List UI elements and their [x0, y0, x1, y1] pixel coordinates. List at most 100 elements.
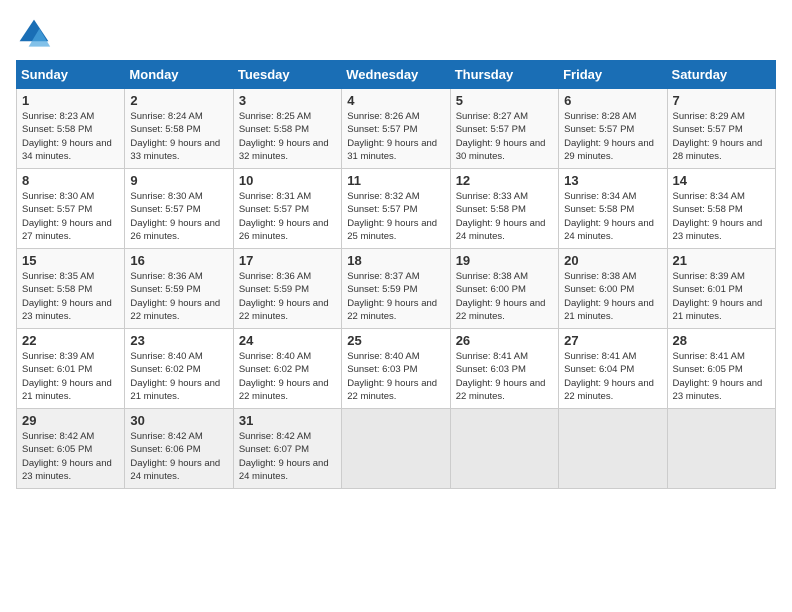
day-number: 1 [22, 93, 119, 108]
calendar-cell: 11 Sunrise: 8:32 AMSunset: 5:57 PMDaylig… [342, 169, 450, 249]
calendar-cell: 31 Sunrise: 8:42 AMSunset: 6:07 PMDaylig… [233, 409, 341, 489]
day-number: 23 [130, 333, 227, 348]
calendar-table: SundayMondayTuesdayWednesdayThursdayFrid… [16, 60, 776, 489]
day-info: Sunrise: 8:38 AMSunset: 6:00 PMDaylight:… [564, 270, 661, 323]
day-info: Sunrise: 8:40 AMSunset: 6:02 PMDaylight:… [130, 350, 227, 403]
calendar-cell: 13 Sunrise: 8:34 AMSunset: 5:58 PMDaylig… [559, 169, 667, 249]
day-info: Sunrise: 8:40 AMSunset: 6:03 PMDaylight:… [347, 350, 444, 403]
day-info: Sunrise: 8:29 AMSunset: 5:57 PMDaylight:… [673, 110, 770, 163]
day-info: Sunrise: 8:42 AMSunset: 6:06 PMDaylight:… [130, 430, 227, 483]
day-number: 25 [347, 333, 444, 348]
day-info: Sunrise: 8:30 AMSunset: 5:57 PMDaylight:… [22, 190, 119, 243]
day-info: Sunrise: 8:28 AMSunset: 5:57 PMDaylight:… [564, 110, 661, 163]
day-info: Sunrise: 8:41 AMSunset: 6:04 PMDaylight:… [564, 350, 661, 403]
weekday-header-monday: Monday [125, 61, 233, 89]
calendar-cell: 16 Sunrise: 8:36 AMSunset: 5:59 PMDaylig… [125, 249, 233, 329]
day-info: Sunrise: 8:34 AMSunset: 5:58 PMDaylight:… [673, 190, 770, 243]
calendar-cell: 26 Sunrise: 8:41 AMSunset: 6:03 PMDaylig… [450, 329, 558, 409]
day-info: Sunrise: 8:41 AMSunset: 6:05 PMDaylight:… [673, 350, 770, 403]
calendar-body: 1 Sunrise: 8:23 AMSunset: 5:58 PMDayligh… [17, 89, 776, 489]
calendar-cell: 29 Sunrise: 8:42 AMSunset: 6:05 PMDaylig… [17, 409, 125, 489]
calendar-cell [559, 409, 667, 489]
weekday-header-sunday: Sunday [17, 61, 125, 89]
day-number: 24 [239, 333, 336, 348]
day-info: Sunrise: 8:23 AMSunset: 5:58 PMDaylight:… [22, 110, 119, 163]
day-number: 21 [673, 253, 770, 268]
day-info: Sunrise: 8:25 AMSunset: 5:58 PMDaylight:… [239, 110, 336, 163]
day-info: Sunrise: 8:37 AMSunset: 5:59 PMDaylight:… [347, 270, 444, 323]
calendar-cell: 27 Sunrise: 8:41 AMSunset: 6:04 PMDaylig… [559, 329, 667, 409]
calendar-cell: 30 Sunrise: 8:42 AMSunset: 6:06 PMDaylig… [125, 409, 233, 489]
calendar-cell: 4 Sunrise: 8:26 AMSunset: 5:57 PMDayligh… [342, 89, 450, 169]
day-number: 31 [239, 413, 336, 428]
day-info: Sunrise: 8:27 AMSunset: 5:57 PMDaylight:… [456, 110, 553, 163]
calendar-header: SundayMondayTuesdayWednesdayThursdayFrid… [17, 61, 776, 89]
weekday-header-wednesday: Wednesday [342, 61, 450, 89]
header [16, 16, 776, 52]
day-number: 26 [456, 333, 553, 348]
day-number: 19 [456, 253, 553, 268]
day-info: Sunrise: 8:33 AMSunset: 5:58 PMDaylight:… [456, 190, 553, 243]
calendar-cell [450, 409, 558, 489]
day-number: 16 [130, 253, 227, 268]
calendar-cell: 8 Sunrise: 8:30 AMSunset: 5:57 PMDayligh… [17, 169, 125, 249]
day-number: 12 [456, 173, 553, 188]
calendar-cell: 3 Sunrise: 8:25 AMSunset: 5:58 PMDayligh… [233, 89, 341, 169]
calendar-week-2: 8 Sunrise: 8:30 AMSunset: 5:57 PMDayligh… [17, 169, 776, 249]
day-number: 2 [130, 93, 227, 108]
calendar-cell: 2 Sunrise: 8:24 AMSunset: 5:58 PMDayligh… [125, 89, 233, 169]
day-number: 29 [22, 413, 119, 428]
calendar-cell: 14 Sunrise: 8:34 AMSunset: 5:58 PMDaylig… [667, 169, 775, 249]
day-info: Sunrise: 8:36 AMSunset: 5:59 PMDaylight:… [239, 270, 336, 323]
calendar-cell: 21 Sunrise: 8:39 AMSunset: 6:01 PMDaylig… [667, 249, 775, 329]
day-info: Sunrise: 8:30 AMSunset: 5:57 PMDaylight:… [130, 190, 227, 243]
day-info: Sunrise: 8:35 AMSunset: 5:58 PMDaylight:… [22, 270, 119, 323]
day-number: 27 [564, 333, 661, 348]
day-number: 4 [347, 93, 444, 108]
day-number: 28 [673, 333, 770, 348]
day-info: Sunrise: 8:42 AMSunset: 6:05 PMDaylight:… [22, 430, 119, 483]
calendar-week-3: 15 Sunrise: 8:35 AMSunset: 5:58 PMDaylig… [17, 249, 776, 329]
day-info: Sunrise: 8:39 AMSunset: 6:01 PMDaylight:… [22, 350, 119, 403]
day-number: 20 [564, 253, 661, 268]
weekday-header-saturday: Saturday [667, 61, 775, 89]
day-number: 5 [456, 93, 553, 108]
day-info: Sunrise: 8:32 AMSunset: 5:57 PMDaylight:… [347, 190, 444, 243]
calendar-cell [342, 409, 450, 489]
calendar-cell: 12 Sunrise: 8:33 AMSunset: 5:58 PMDaylig… [450, 169, 558, 249]
day-info: Sunrise: 8:31 AMSunset: 5:57 PMDaylight:… [239, 190, 336, 243]
day-number: 7 [673, 93, 770, 108]
day-number: 17 [239, 253, 336, 268]
calendar-cell: 19 Sunrise: 8:38 AMSunset: 6:00 PMDaylig… [450, 249, 558, 329]
day-info: Sunrise: 8:34 AMSunset: 5:58 PMDaylight:… [564, 190, 661, 243]
calendar-week-5: 29 Sunrise: 8:42 AMSunset: 6:05 PMDaylig… [17, 409, 776, 489]
day-info: Sunrise: 8:42 AMSunset: 6:07 PMDaylight:… [239, 430, 336, 483]
day-number: 11 [347, 173, 444, 188]
day-number: 13 [564, 173, 661, 188]
day-info: Sunrise: 8:36 AMSunset: 5:59 PMDaylight:… [130, 270, 227, 323]
calendar-cell: 5 Sunrise: 8:27 AMSunset: 5:57 PMDayligh… [450, 89, 558, 169]
day-info: Sunrise: 8:41 AMSunset: 6:03 PMDaylight:… [456, 350, 553, 403]
calendar-cell: 6 Sunrise: 8:28 AMSunset: 5:57 PMDayligh… [559, 89, 667, 169]
calendar-cell: 24 Sunrise: 8:40 AMSunset: 6:02 PMDaylig… [233, 329, 341, 409]
calendar-cell: 25 Sunrise: 8:40 AMSunset: 6:03 PMDaylig… [342, 329, 450, 409]
day-number: 6 [564, 93, 661, 108]
day-number: 9 [130, 173, 227, 188]
day-number: 3 [239, 93, 336, 108]
weekday-header-row: SundayMondayTuesdayWednesdayThursdayFrid… [17, 61, 776, 89]
calendar-cell: 17 Sunrise: 8:36 AMSunset: 5:59 PMDaylig… [233, 249, 341, 329]
weekday-header-tuesday: Tuesday [233, 61, 341, 89]
day-number: 10 [239, 173, 336, 188]
day-info: Sunrise: 8:24 AMSunset: 5:58 PMDaylight:… [130, 110, 227, 163]
calendar-cell [667, 409, 775, 489]
weekday-header-thursday: Thursday [450, 61, 558, 89]
weekday-header-friday: Friday [559, 61, 667, 89]
day-number: 15 [22, 253, 119, 268]
day-number: 14 [673, 173, 770, 188]
day-number: 30 [130, 413, 227, 428]
calendar-cell: 22 Sunrise: 8:39 AMSunset: 6:01 PMDaylig… [17, 329, 125, 409]
logo [16, 16, 56, 52]
day-number: 18 [347, 253, 444, 268]
logo-icon [16, 16, 52, 52]
day-info: Sunrise: 8:26 AMSunset: 5:57 PMDaylight:… [347, 110, 444, 163]
